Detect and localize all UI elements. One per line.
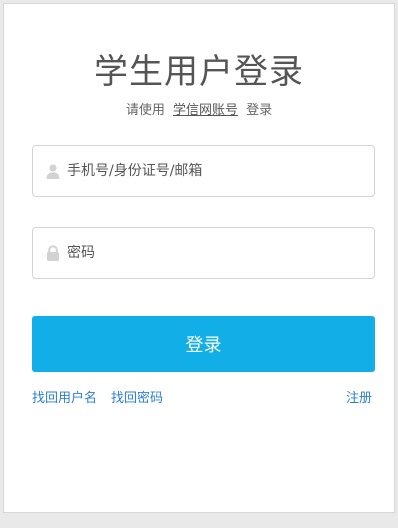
xuexin-account-link[interactable]: 学信网账号 [173, 103, 238, 118]
subtitle-prefix: 请使用 [125, 103, 165, 118]
login-button[interactable]: 登录 [32, 316, 375, 372]
login-subtitle: 请使用 学信网账号 登录 [4, 101, 394, 121]
user-icon [46, 164, 60, 179]
find-password-link[interactable]: 找回密码 [111, 390, 163, 408]
subtitle-suffix: 登录 [246, 103, 273, 118]
lock-icon [47, 245, 59, 261]
register-link[interactable]: 注册 [346, 390, 372, 408]
password-field-container[interactable] [32, 227, 375, 279]
username-field-container[interactable] [32, 145, 375, 197]
find-username-link[interactable]: 找回用户名 [32, 390, 97, 408]
page-title: 学生用户登录 [94, 52, 304, 92]
username-input[interactable] [67, 146, 362, 196]
login-panel: 学生用户登录 请使用 学信网账号 登录 登录 找回用户名 找回密码 注册 [3, 3, 395, 513]
password-input[interactable] [67, 228, 362, 278]
